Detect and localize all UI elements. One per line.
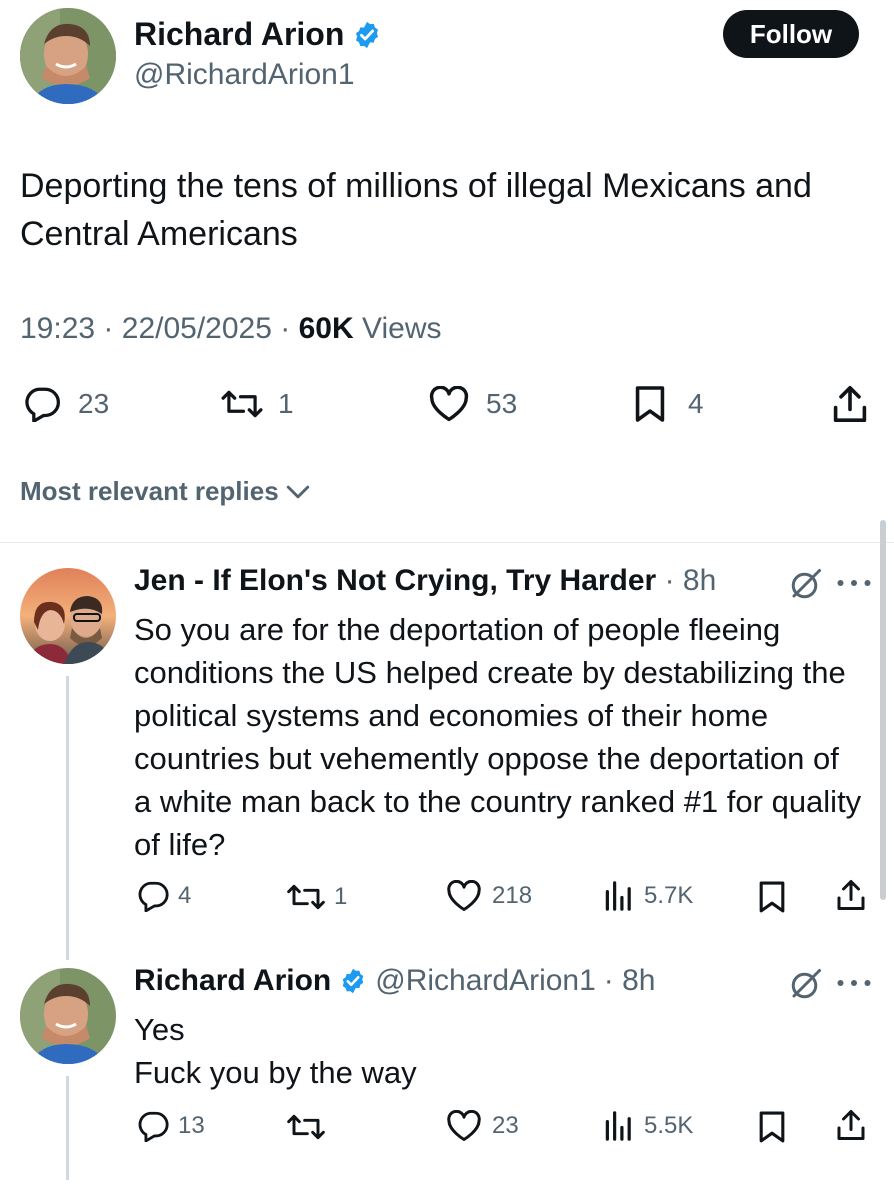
reply-author-handle[interactable]: @RichardArion1 — [375, 964, 596, 998]
reply-button[interactable]: 23 — [22, 386, 109, 422]
chevron-down-icon — [285, 482, 311, 502]
like-count: 53 — [486, 388, 518, 419]
reply-avatar[interactable] — [20, 568, 116, 664]
replies-filter-dropdown[interactable]: Most relevant replies — [20, 476, 311, 507]
more-options-icon[interactable] — [836, 576, 872, 590]
tweet-views-label: Views — [362, 312, 442, 345]
grok-icon[interactable] — [788, 966, 824, 1002]
tweet-views-count: 60K — [298, 312, 354, 345]
reply-icon — [22, 386, 62, 422]
reply-count: 13 — [178, 1112, 205, 1139]
views-chart-icon — [604, 880, 634, 912]
views-count: 5.5K — [644, 1112, 694, 1139]
reply-time[interactable]: · 8h — [604, 964, 656, 998]
like-button[interactable]: 53 — [428, 386, 517, 422]
repost-count: 1 — [278, 388, 294, 419]
separator-dot: · — [103, 312, 114, 345]
share-icon[interactable] — [836, 878, 866, 912]
tweet-timestamp-row: 19:23 · 22/05/2025 · 60K Views — [20, 312, 441, 346]
bookmark-icon — [634, 384, 666, 424]
tweet-time[interactable]: 19:23 — [20, 312, 95, 345]
reply-stat-views[interactable]: 5.7K — [604, 880, 693, 912]
follow-button[interactable]: Follow — [723, 10, 859, 58]
reply-icon — [136, 1110, 170, 1142]
reply-time[interactable]: · 8h — [665, 564, 717, 597]
heart-icon — [428, 386, 470, 422]
verified-badge-icon — [339, 967, 367, 995]
reply-stat-replies[interactable]: 4 — [136, 880, 191, 912]
reply-stat-reposts[interactable] — [286, 1112, 334, 1142]
reply-count: 23 — [78, 388, 110, 419]
reply-header: Richard Arion @RichardArion1 · 8h — [134, 964, 656, 998]
author-avatar[interactable] — [20, 8, 116, 104]
reply-stat-views[interactable]: 5.5K — [604, 1110, 693, 1142]
author-handle[interactable]: @RichardArion1 — [134, 58, 355, 92]
like-count: 23 — [492, 1112, 519, 1139]
replies-filter-label: Most relevant replies — [20, 476, 279, 506]
repost-icon — [286, 882, 326, 912]
views-count: 5.7K — [644, 882, 694, 909]
bookmark-icon[interactable] — [758, 1110, 786, 1144]
tweet-date[interactable]: 22/05/2025 — [122, 312, 272, 345]
bookmark-count: 4 — [688, 388, 704, 419]
repost-icon — [286, 1112, 326, 1142]
repost-button[interactable]: 1 — [220, 388, 294, 420]
reply-icon — [136, 880, 170, 912]
more-options-icon[interactable] — [836, 976, 872, 990]
bookmark-icon[interactable] — [758, 880, 786, 914]
reply-stat-likes[interactable]: 218 — [446, 880, 532, 912]
reply-stat-likes[interactable]: 23 — [446, 1110, 519, 1142]
heart-icon — [446, 880, 482, 912]
reply-author-name[interactable]: Jen - If Elon's Not Crying, Try Harder — [134, 564, 656, 597]
views-chart-icon — [604, 1110, 634, 1142]
thread-line — [66, 676, 69, 960]
reply-text: So you are for the deportation of people… — [134, 612, 862, 862]
reply-avatar[interactable] — [20, 968, 116, 1064]
tweet-text: Deporting the tens of millions of illega… — [20, 167, 812, 253]
bookmark-button[interactable]: 4 — [634, 384, 704, 424]
divider — [0, 542, 894, 543]
share-icon[interactable] — [832, 384, 868, 424]
share-icon[interactable] — [836, 1108, 866, 1142]
reply-text-line-1: Yes — [134, 1012, 185, 1047]
repost-count: 1 — [334, 883, 348, 910]
reply-stat-reposts[interactable]: 1 — [286, 882, 347, 912]
reply-stat-replies[interactable]: 13 — [136, 1110, 205, 1142]
reply-header: Jen - If Elon's Not Crying, Try Harder ·… — [134, 564, 716, 598]
reply-count: 4 — [178, 882, 192, 909]
repost-icon — [220, 388, 264, 420]
thread-line — [66, 1076, 69, 1180]
like-count: 218 — [492, 882, 533, 909]
reply-text-line-2: Fuck you by the way — [134, 1055, 417, 1090]
grok-icon[interactable] — [788, 566, 824, 602]
reply-author-name[interactable]: Richard Arion — [134, 964, 331, 998]
scrollbar-thumb[interactable] — [880, 520, 886, 900]
verified-badge-icon — [352, 20, 382, 50]
author-name[interactable]: Richard Arion — [134, 16, 344, 53]
heart-icon — [446, 1110, 482, 1142]
separator-dot: · — [280, 312, 291, 345]
